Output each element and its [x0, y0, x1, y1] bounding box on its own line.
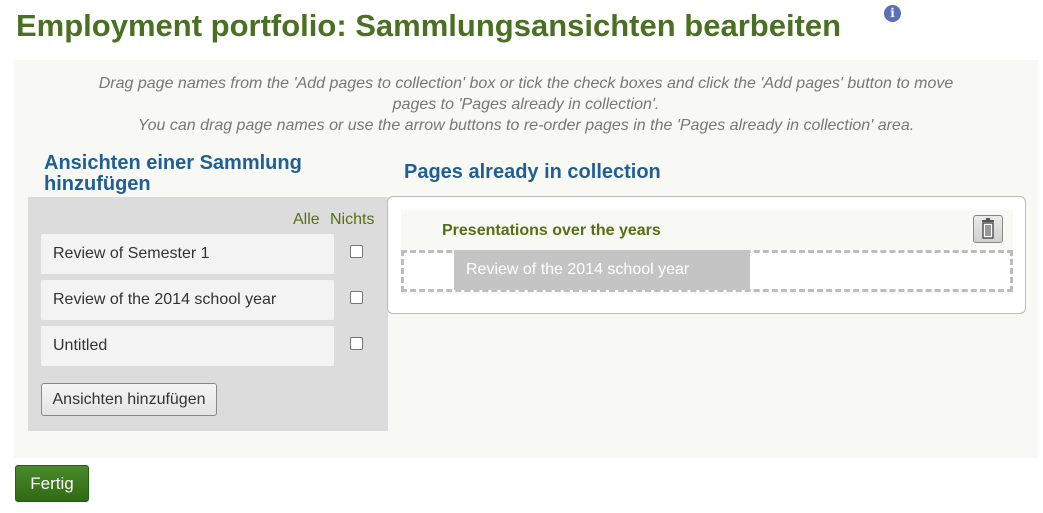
page-checkbox[interactable]: [350, 245, 363, 258]
page-item[interactable]: Review of Semester 1: [41, 234, 334, 274]
page-checkbox[interactable]: [350, 337, 363, 350]
collection-drop-zone[interactable]: Review of the 2014 school year: [401, 250, 1013, 292]
collection-page-item[interactable]: Review of the 2014 school year: [454, 250, 750, 290]
instruction-line-3: You can drag page names or use the arrow…: [137, 117, 915, 134]
add-pages-button[interactable]: Ansichten hinzufügen: [41, 383, 217, 416]
collection-name: Presentations over the years: [442, 222, 661, 239]
instructions: Drag page names from the 'Add pages to c…: [14, 73, 1038, 136]
collection-heading: Pages already in collection: [404, 161, 661, 183]
done-button[interactable]: Fertig: [15, 465, 89, 502]
select-none-link[interactable]: Nichts: [330, 211, 374, 229]
select-all-link[interactable]: Alle: [293, 211, 320, 229]
trash-icon: [982, 218, 994, 239]
instruction-line-2: pages to 'Pages already in collection'.: [392, 96, 660, 113]
instruction-line-1: Drag page names from the 'Add pages to c…: [98, 75, 954, 92]
add-pages-heading: Ansichten einer Sammlung hinzufügen: [44, 152, 302, 195]
page-item[interactable]: Untitled: [41, 326, 334, 366]
info-icon[interactable]: i: [884, 5, 901, 22]
delete-button[interactable]: [973, 215, 1003, 243]
page-title: Employment portfolio: Sammlungsansichten…: [16, 8, 842, 43]
collection-editor-panel: Drag page names from the 'Add pages to c…: [14, 60, 1038, 458]
page-item[interactable]: Review of the 2014 school year: [41, 280, 334, 320]
add-pages-box: Alle Nichts Review of Semester 1 Review …: [28, 197, 388, 431]
collection-inner: Presentations over the years Review of t…: [401, 210, 1013, 294]
collection-box: Presentations over the years Review of t…: [387, 196, 1026, 314]
page-checkbox[interactable]: [350, 291, 363, 304]
